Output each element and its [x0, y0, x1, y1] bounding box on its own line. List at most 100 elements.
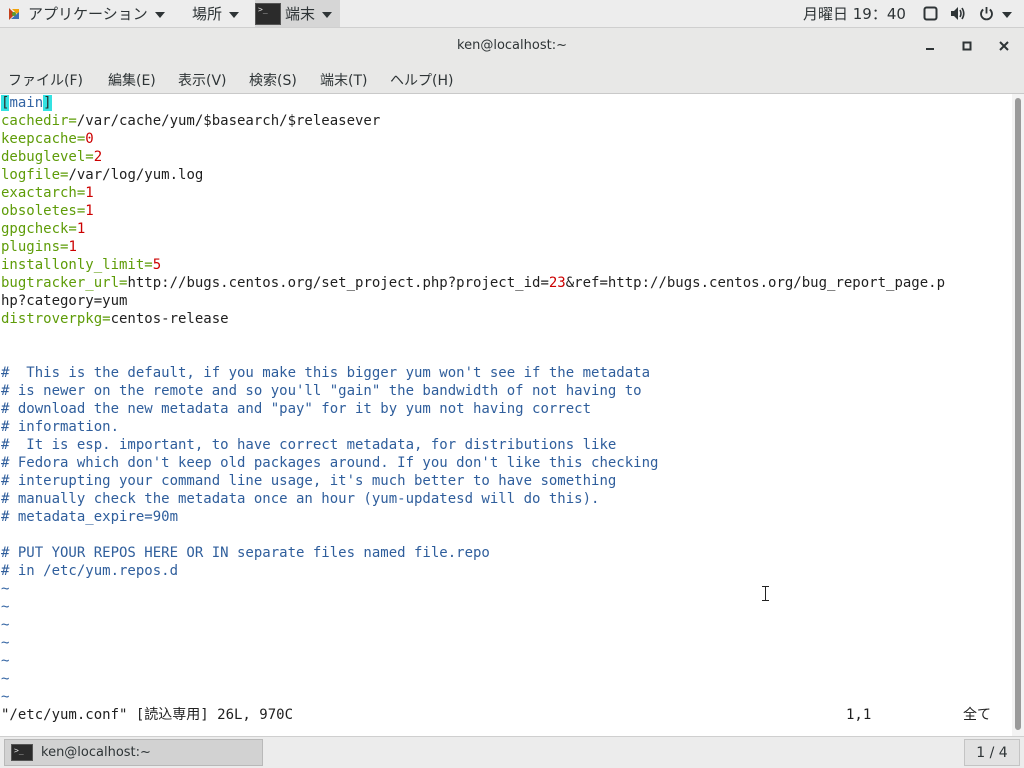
editor-text-segment: &ref=http://bugs.centos.org/bug_report_p… — [565, 275, 946, 291]
editor-text-segment: debuglevel= — [1, 149, 94, 165]
taskbar-window-terminal[interactable]: ken@localhost:~ — [4, 739, 263, 766]
editor-text-segment: 0 — [85, 131, 94, 147]
editor-text-segment: logfile= — [1, 167, 69, 183]
editor-line: exactarch=1 — [1, 184, 94, 202]
editor-line: keepcache=0 — [1, 130, 94, 148]
editor-text-segment: exactarch= — [1, 185, 86, 201]
terminal-icon — [11, 744, 33, 761]
editor-line: hp?category=yum — [1, 292, 127, 310]
applications-label: アプリケーション — [28, 5, 148, 23]
editor-text-segment: /var/log/yum.log — [68, 167, 204, 183]
editor-text-segment: /var/cache/yum/$basearch/$releasever — [76, 113, 381, 129]
editor-text-segment: gpgcheck= — [1, 221, 77, 237]
volume-icon[interactable] — [950, 6, 966, 22]
editor-text-segment: ~ — [1, 599, 10, 615]
editor-text-segment: obsoletes= — [1, 203, 86, 219]
editor-text-segment: ] — [43, 95, 52, 111]
editor-text-segment: # information. — [1, 419, 120, 435]
editor-text-segment: 2 — [93, 149, 103, 165]
chevron-down-icon — [322, 11, 333, 18]
editor-text-segment: # interupting your command line usage, i… — [1, 473, 617, 489]
editor-text-segment: main — [9, 95, 44, 111]
editor-line: ~ — [1, 616, 9, 634]
editor-text-segment: http://bugs.centos.org/set_project.php?p… — [127, 275, 549, 291]
menu-file[interactable]: ファイル(F) — [8, 70, 83, 90]
editor-line: cachedir=/var/cache/yum/$basearch/$relea… — [1, 112, 380, 130]
editor-line: # PUT YOUR REPOS HERE OR IN separate fil… — [1, 544, 490, 562]
editor-text-segment: keepcache= — [1, 131, 86, 147]
editor-line: # download the new metadata and "pay" fo… — [1, 400, 591, 418]
scrollbar-thumb[interactable] — [1015, 98, 1021, 730]
menu-help[interactable]: ヘルプ(H) — [390, 70, 453, 90]
editor-line: installonly_limit=5 — [1, 256, 161, 274]
editor-text-segment: 1 — [68, 239, 77, 255]
editor-text-segment: # manually check the metadata once an ho… — [1, 491, 600, 507]
window-title: ken@localhost:~ — [457, 38, 567, 53]
power-icon[interactable] — [978, 6, 994, 22]
editor-line: ~ — [1, 652, 9, 670]
terminal-view[interactable]: [main] cachedir=/var/cache/yum/$basearch/… — [0, 94, 1012, 736]
status-scroll-position: 全て — [963, 707, 991, 723]
editor-text-segment: installonly_limit= — [1, 257, 153, 273]
chevron-down-icon — [229, 11, 240, 18]
editor-text-segment: # It is esp. important, to have correct … — [1, 437, 617, 453]
system-tray[interactable] — [922, 0, 1012, 27]
status-cursor-position: 1,1 — [846, 707, 872, 723]
minimize-button[interactable] — [920, 36, 940, 56]
menu-terminal[interactable]: 端末(T) — [320, 70, 367, 90]
editor-text-segment: ~ — [1, 635, 10, 651]
menu-view[interactable]: 表示(V) — [178, 70, 227, 90]
terminal-app-menu[interactable]: 端末 — [255, 0, 341, 27]
taskbar-window-label: ken@localhost:~ — [41, 745, 151, 760]
editor-text-segment: ~ — [1, 653, 10, 669]
editor-text-segment: ~ — [1, 581, 10, 597]
editor-text-segment: # metadata_expire=90m — [1, 509, 179, 525]
menu-edit[interactable]: 編集(E) — [108, 70, 156, 90]
editor-line: ~ — [1, 580, 9, 598]
editor-text-segment: bugtracker_url= — [1, 275, 128, 291]
editor-text-segment: # This is the default, if you make this … — [1, 365, 651, 381]
menu-search[interactable]: 検索(S) — [249, 70, 297, 90]
editor-line: bugtracker_url=http://bugs.centos.org/se… — [1, 274, 945, 292]
editor-text-segment: ~ — [1, 671, 10, 687]
terminal-icon — [255, 2, 281, 25]
editor-line: # is newer on the remote and so you'll "… — [1, 382, 642, 400]
editor-line: # in /etc/yum.repos.d — [1, 562, 178, 580]
editor-line: obsoletes=1 — [1, 202, 94, 220]
chevron-down-icon[interactable] — [1002, 11, 1012, 18]
editor-text-segment: 23 — [548, 275, 566, 291]
terminal-app-label: 端末 — [285, 5, 316, 23]
window-titlebar[interactable]: ken@localhost:~ — [0, 28, 1024, 66]
editor-line: distroverpkg=centos-release — [1, 310, 229, 328]
top-bar: アプリケーション 場所 端末 月曜日 19：40 — [0, 0, 1024, 28]
editor-text-segment: # in /etc/yum.repos.d — [1, 563, 179, 579]
mouse-ibeam-cursor — [762, 585, 770, 603]
window-switch-icon[interactable] — [922, 6, 938, 22]
editor-line: # manually check the metadata once an ho… — [1, 490, 599, 508]
applications-menu[interactable]: アプリケーション — [6, 0, 165, 27]
places-menu[interactable]: 場所 — [192, 0, 240, 27]
close-button[interactable] — [994, 36, 1014, 56]
terminal-scrollbar[interactable] — [1012, 94, 1024, 736]
editor-text-segment: # PUT YOUR REPOS HERE OR IN separate fil… — [1, 545, 490, 561]
editor-text-segment: distroverpkg= — [1, 311, 111, 327]
editor-line: [main] — [1, 94, 52, 112]
chevron-down-icon — [154, 11, 165, 18]
editor-text-segment: # Fedora which don't keep old packages a… — [1, 455, 659, 471]
editor-text-segment: 5 — [152, 257, 162, 273]
editor-line: # interupting your command line usage, i… — [1, 472, 616, 490]
editor-line: ~ — [1, 688, 9, 706]
menu-bar: ファイル(F) 編集(E) 表示(V) 検索(S) 端末(T) ヘルプ(H) — [0, 66, 1024, 94]
editor-text-segment: ~ — [1, 689, 10, 705]
editor-line: # This is the default, if you make this … — [1, 364, 650, 382]
editor-line: # It is esp. important, to have correct … — [1, 436, 616, 454]
editor-line: gpgcheck=1 — [1, 220, 85, 238]
maximize-button[interactable] — [957, 36, 977, 56]
workspace-indicator[interactable]: 1 / 4 — [964, 739, 1020, 766]
editor-text-segment: cachedir= — [1, 113, 77, 129]
editor-text-segment: # download the new metadata and "pay" fo… — [1, 401, 592, 417]
clock[interactable]: 月曜日 19：40 — [803, 0, 906, 27]
editor-text-segment: ~ — [1, 617, 10, 633]
editor-text-segment: hp?category=yum — [1, 293, 128, 309]
editor-line: # information. — [1, 418, 119, 436]
